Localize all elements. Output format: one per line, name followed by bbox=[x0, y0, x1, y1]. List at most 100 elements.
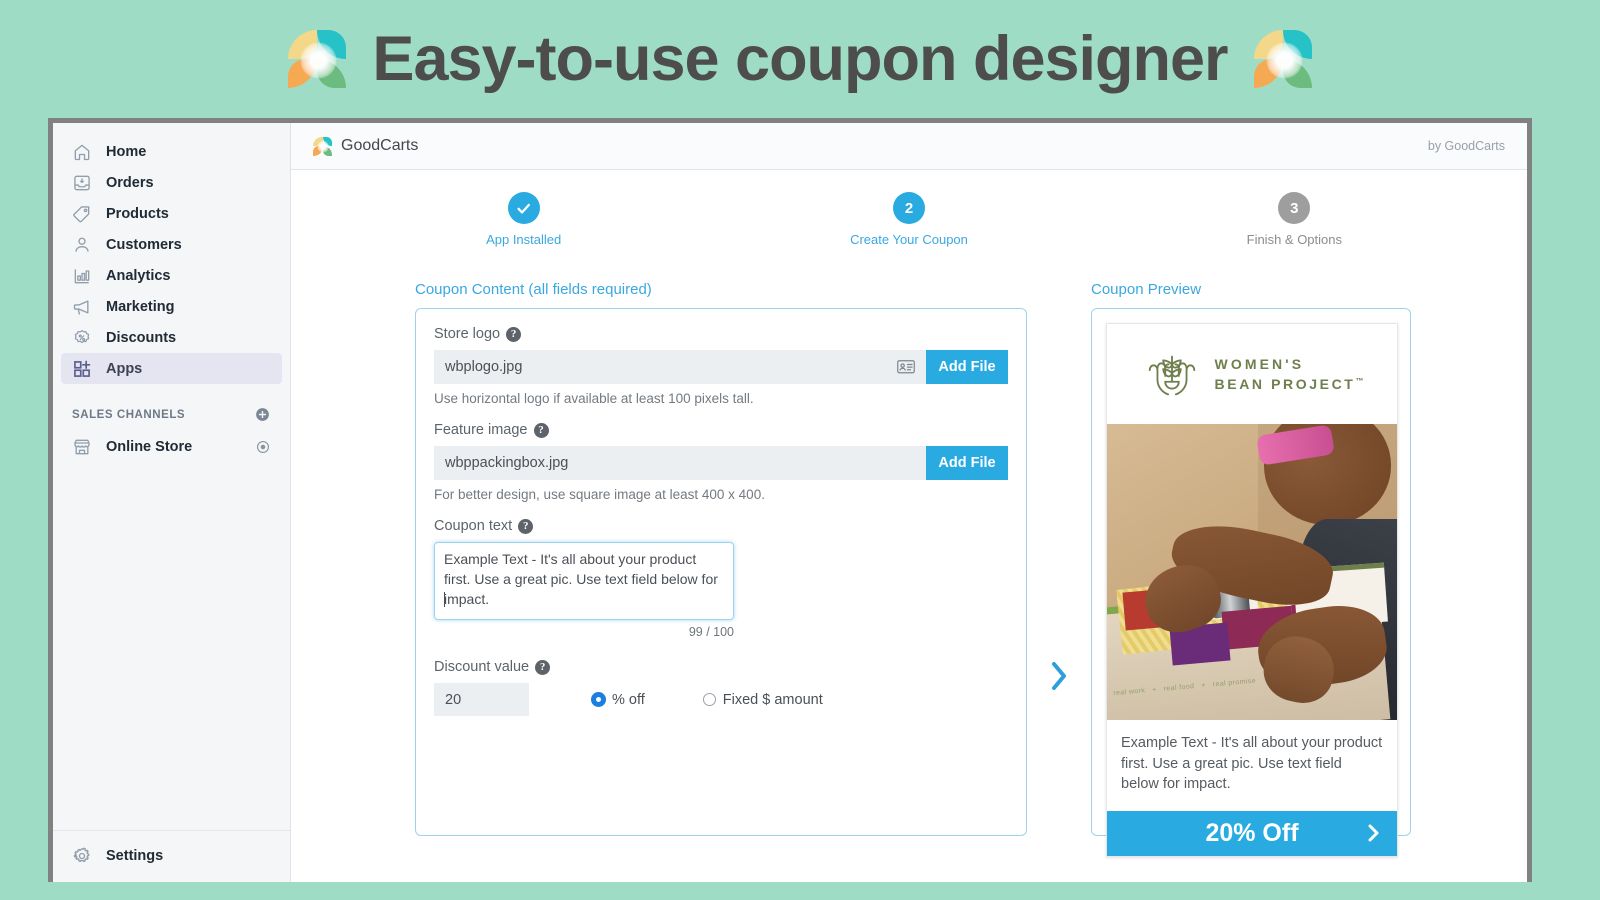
coupon-store-logo-text: WOMEN'S BEAN PROJECT™ bbox=[1215, 354, 1364, 395]
store-logo-input[interactable]: wbplogo.jpg bbox=[434, 350, 926, 384]
step-label: Create Your Coupon bbox=[850, 232, 968, 247]
sidebar-item-apps[interactable]: Apps bbox=[61, 353, 282, 384]
store-logo-add-file-button[interactable]: Add File bbox=[926, 350, 1008, 384]
discount-type-fixed-option[interactable]: Fixed $ amount bbox=[702, 691, 823, 708]
goodcarts-logo-icon bbox=[288, 30, 347, 88]
radio-label: Fixed $ amount bbox=[722, 691, 823, 708]
app-byline: by GoodCarts bbox=[1427, 139, 1505, 153]
page-banner: Easy-to-use coupon designer bbox=[0, 0, 1600, 118]
help-question-icon[interactable]: ? bbox=[533, 422, 549, 438]
sidebar-item-label: Home bbox=[106, 143, 147, 160]
discount-value-text: 20 bbox=[445, 691, 462, 708]
apps-grid-plus-icon bbox=[72, 359, 92, 379]
coupon-text-counter: 99 / 100 bbox=[688, 625, 734, 639]
banner-title: Easy-to-use coupon designer bbox=[372, 23, 1228, 94]
sidebar-item-discounts[interactable]: Discounts bbox=[61, 322, 282, 353]
plus-circle-icon[interactable] bbox=[254, 406, 271, 423]
marketing-megaphone-icon bbox=[72, 297, 92, 317]
store-logo-label: Store logo ? bbox=[434, 326, 1008, 342]
discount-value-input[interactable]: 20 bbox=[434, 683, 529, 716]
step-badge: 3 bbox=[1278, 192, 1311, 224]
feature-image-hint: For better design, use square image at l… bbox=[434, 487, 765, 502]
field-label-text: Discount value bbox=[434, 659, 530, 675]
discount-type-percent-option[interactable]: % off bbox=[592, 692, 645, 708]
columns-divider bbox=[1027, 281, 1091, 836]
coupon-cta-text: 20% Off bbox=[1205, 818, 1299, 847]
app-content: App Installed 2 Create Your Coupon 3 Fin… bbox=[291, 170, 1527, 882]
coupon-preview-column: Coupon Preview WOMEN'S BEAN PROJECT™ rea… bbox=[1091, 281, 1489, 857]
store-logo-row: wbplogo.jpg Add File bbox=[434, 350, 1008, 384]
app-screenshot-frame: Home Orders Products Customers Analytics… bbox=[48, 118, 1532, 882]
field-label-text: Feature image bbox=[434, 422, 528, 438]
sidebar-item-label: Customers bbox=[106, 236, 182, 253]
coupon-card: WOMEN'S BEAN PROJECT™ real work + real f… bbox=[1106, 323, 1398, 857]
discount-percent-badge-icon bbox=[72, 328, 92, 348]
editor-columns: Coupon Content (all fields required) Sto… bbox=[291, 281, 1527, 857]
sidebar-item-label: Settings bbox=[106, 847, 164, 864]
sidebar-item-label: Marketing bbox=[106, 298, 175, 315]
feature-image-add-file-button[interactable]: Add File bbox=[926, 446, 1008, 480]
sidebar-section-sales-channels: SALES CHANNELS bbox=[72, 406, 271, 423]
coupon-body-text: Example Text - It's all about your produ… bbox=[1121, 735, 1383, 793]
app-brand: GoodCarts bbox=[313, 136, 419, 156]
radio-button[interactable] bbox=[592, 693, 605, 706]
app-name: GoodCarts bbox=[341, 137, 419, 154]
sidebar-item-settings[interactable]: Settings bbox=[61, 840, 282, 871]
step-progress: App Installed 2 Create Your Coupon 3 Fin… bbox=[291, 192, 1527, 247]
main-area: GoodCarts by GoodCarts App Installed 2 C… bbox=[291, 123, 1527, 882]
app-topbar: GoodCarts by GoodCarts bbox=[291, 123, 1527, 170]
step-label: App Installed bbox=[486, 232, 562, 247]
field-label-text: Coupon text bbox=[434, 518, 513, 534]
coupon-cta-button[interactable]: 20% Off bbox=[1107, 810, 1397, 856]
help-question-icon[interactable]: ? bbox=[535, 659, 551, 675]
step-app-installed[interactable]: App Installed bbox=[331, 192, 716, 247]
help-question-icon[interactable]: ? bbox=[518, 518, 534, 534]
feature-image-input[interactable]: wbppackingbox.jpg bbox=[434, 446, 926, 480]
step-badge bbox=[507, 192, 540, 224]
women-bean-project-hands-plant-icon bbox=[1141, 343, 1203, 405]
coupon-content-title: Coupon Content (all fields required) bbox=[415, 281, 652, 298]
discount-value-row: 20 % off Fixed $ amount bbox=[434, 683, 1008, 716]
coupon-text-label: Coupon text ? bbox=[434, 518, 1008, 534]
sidebar-item-label: Products bbox=[106, 205, 169, 222]
sidebar-item-products[interactable]: Products bbox=[61, 198, 282, 229]
text-caret bbox=[444, 592, 445, 607]
goodcarts-logo-icon bbox=[1253, 30, 1312, 88]
chevron-right-icon bbox=[1046, 656, 1072, 701]
packing-box-photo: real work + real food + real promise bbox=[1107, 424, 1397, 720]
help-question-icon[interactable]: ? bbox=[506, 326, 522, 342]
analytics-bar-chart-icon bbox=[72, 266, 92, 286]
feature-image-row: wbppackingbox.jpg Add File bbox=[434, 446, 1008, 480]
contact-card-icon[interactable] bbox=[897, 360, 915, 374]
sidebar-settings-row: Settings bbox=[53, 830, 290, 882]
customer-person-icon bbox=[72, 235, 92, 255]
sidebar-item-orders[interactable]: Orders bbox=[61, 167, 282, 198]
sidebar-item-online-store[interactable]: Online Store bbox=[61, 431, 282, 462]
coupon-preview-title: Coupon Preview bbox=[1091, 281, 1202, 298]
check-icon bbox=[515, 200, 532, 217]
coupon-content-column: Coupon Content (all fields required) Sto… bbox=[415, 281, 1027, 836]
storefront-icon bbox=[72, 437, 92, 457]
sidebar-item-analytics[interactable]: Analytics bbox=[61, 260, 282, 291]
step-create-your-coupon[interactable]: 2 Create Your Coupon bbox=[716, 192, 1101, 247]
feature-image-filename: wbppackingbox.jpg bbox=[445, 455, 569, 471]
sidebar-item-customers[interactable]: Customers bbox=[61, 229, 282, 260]
orders-inbox-icon bbox=[72, 173, 92, 193]
sidebar-item-label: Apps bbox=[106, 360, 143, 377]
coupon-content-panel: Store logo ? wbplogo.jpg Add File Use ho… bbox=[415, 308, 1027, 836]
sidebar-item-home[interactable]: Home bbox=[61, 136, 282, 167]
logo-line-2: BEAN PROJECT™ bbox=[1214, 376, 1364, 392]
logo-line-1: WOMEN'S bbox=[1214, 355, 1305, 372]
goodcarts-logo-icon bbox=[313, 136, 332, 156]
store-logo-filename: wbplogo.jpg bbox=[445, 359, 523, 375]
eye-icon[interactable] bbox=[255, 439, 271, 455]
sidebar-section-label: SALES CHANNELS bbox=[72, 408, 186, 421]
product-tag-icon bbox=[72, 204, 92, 224]
radio-button[interactable] bbox=[702, 693, 716, 706]
sidebar-item-marketing[interactable]: Marketing bbox=[61, 291, 282, 322]
step-finish-and-options[interactable]: 3 Finish & Options bbox=[1102, 192, 1487, 247]
sidebar-item-label: Discounts bbox=[106, 329, 177, 346]
coupon-text-value: Example Text - It's all about your produ… bbox=[444, 551, 718, 607]
trademark-mark: ™ bbox=[1355, 376, 1364, 386]
coupon-text-input[interactable]: Example Text - It's all about your produ… bbox=[434, 542, 734, 620]
